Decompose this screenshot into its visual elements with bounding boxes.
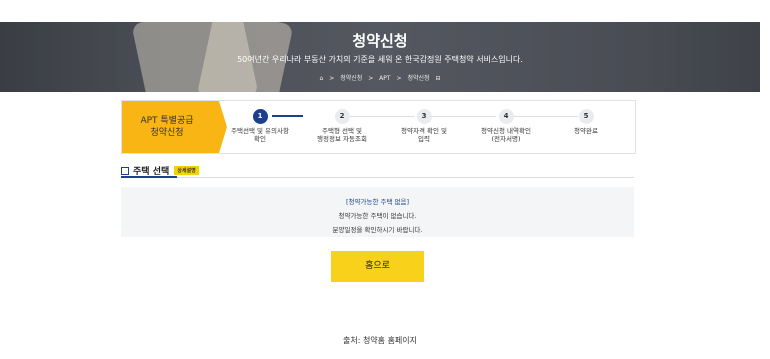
step-header-line1: APT 특별공급 (140, 116, 194, 126)
step-label: 청약자격 확인 및 (401, 127, 447, 135)
step-label: 주택선택 및 유의사항 (231, 127, 289, 135)
notice-heading: [청약가능한 주택 없음] (345, 198, 410, 206)
banner: 청약신청 50여년간 우리나라 부동산 가치의 기준을 세워 온 한국감정원 주… (0, 22, 760, 92)
step-number: 3 (416, 109, 432, 124)
step-label: (전자서명) (491, 135, 521, 143)
breadcrumb: ⌂ > 청약신청 > APT > 청약신청 ⊟ (0, 73, 760, 82)
step-5: 5 청약완료 (546, 109, 626, 135)
step-4: 4 청약신청 내역확인 (전자서명) (466, 109, 546, 143)
step-label: 청약신청 내역확인 (481, 127, 531, 135)
square-icon (121, 166, 129, 175)
step-label: 행정정보 자동조회 (317, 135, 367, 143)
breadcrumb-sep: > (329, 75, 335, 82)
page-subtitle: 50여년간 우리나라 부동산 가치의 기준을 세워 온 한국감정원 주택청약 서… (237, 55, 523, 64)
step-2: 2 주택형 선택 및 행정정보 자동조회 (302, 109, 382, 143)
step-number: 2 (334, 109, 350, 124)
step-3: 3 청약자격 확인 및 입력 (384, 109, 464, 143)
step-number: 4 (498, 109, 514, 124)
page-title: 청약신청 (352, 32, 408, 50)
breadcrumb-sep: > (396, 75, 402, 82)
section-divider-accent (121, 176, 177, 178)
step-progress: APT 특별공급 청약신청 1 주택선택 및 유의사항 확인 2 주택형 선택 … (121, 100, 636, 154)
home-button[interactable]: 홈으로 (331, 251, 424, 282)
detail-badge-button[interactable]: 상세설명 (174, 166, 199, 175)
step-label: 주택형 선택 및 (321, 127, 362, 135)
notice-line: 분양일정을 확인하시기 바랍니다. (332, 226, 423, 234)
step-number: 1 (252, 109, 268, 124)
notice-line: 청약가능한 주택이 없습니다. (338, 212, 417, 220)
home-icon[interactable]: ⌂ (320, 75, 324, 82)
breadcrumb-item-current[interactable]: 청약신청 (407, 75, 429, 82)
step-header: APT 특별공급 청약신청 (122, 101, 227, 153)
step-header-line2: 청약신청 (150, 128, 184, 138)
step-label: 확인 (254, 135, 266, 143)
step-1: 1 주택선택 및 유의사항 확인 (220, 109, 300, 143)
breadcrumb-item-apply[interactable]: 청약신청 (340, 75, 362, 82)
source-caption: 출처: 청약홈 홈페이지 (342, 336, 418, 345)
breadcrumb-sep: > (368, 75, 374, 82)
step-label: 입력 (418, 135, 430, 143)
breadcrumb-item-apt[interactable]: APT (379, 75, 390, 82)
step-number: 5 (578, 109, 594, 124)
step-label: 청약완료 (574, 127, 598, 135)
dropdown-icon[interactable]: ⊟ (435, 75, 440, 82)
notice-box: [청약가능한 주택 없음] 청약가능한 주택이 없습니다. 분양일정을 확인하시… (121, 187, 634, 237)
section-divider (121, 177, 634, 178)
